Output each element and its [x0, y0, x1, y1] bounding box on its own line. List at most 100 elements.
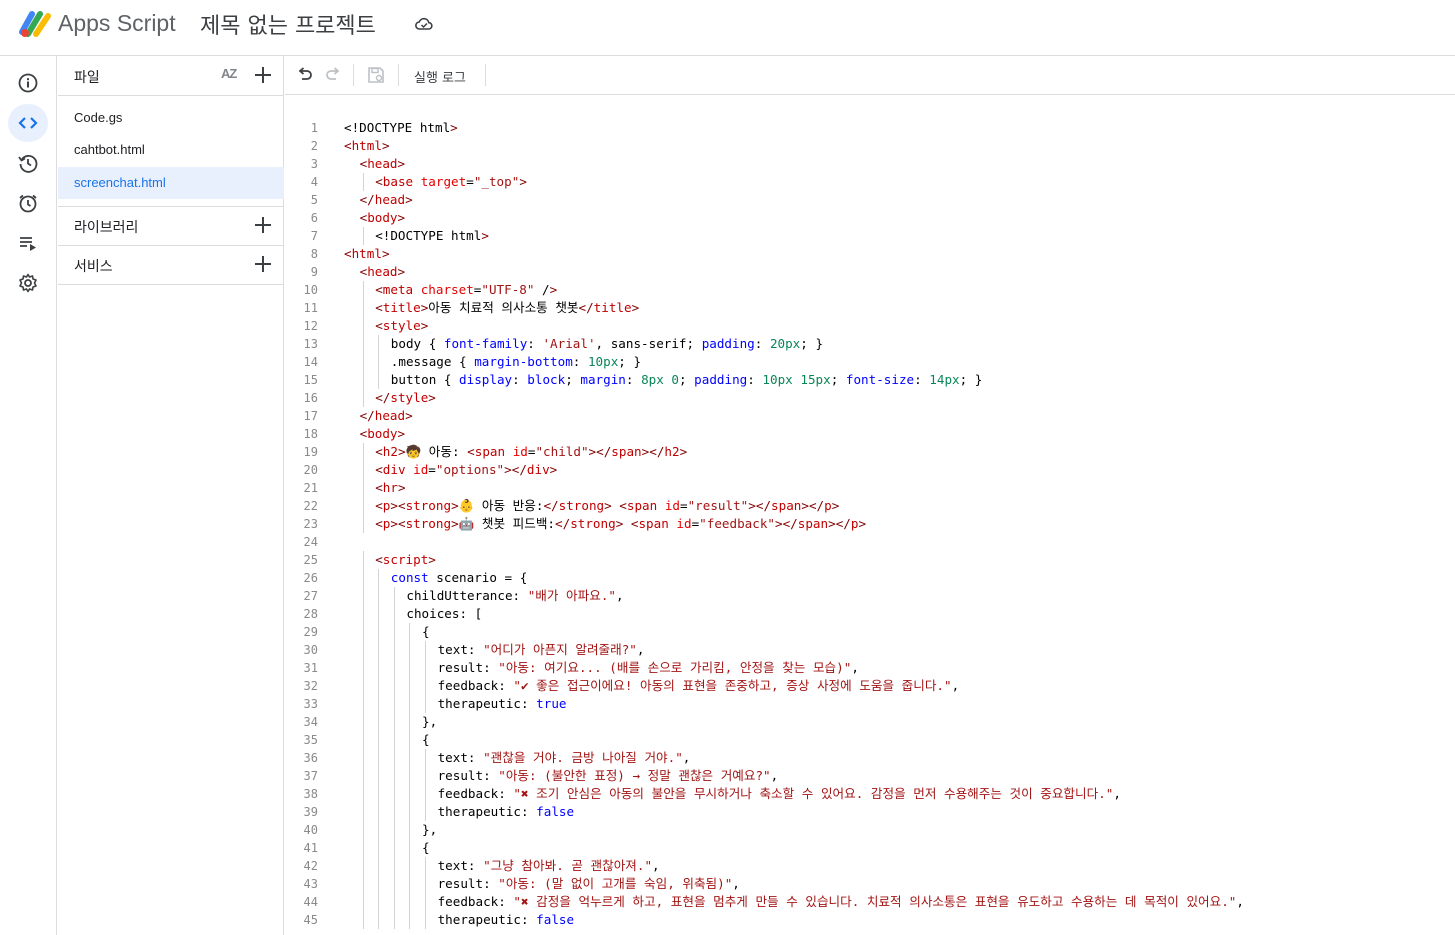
undo-icon[interactable] [295, 65, 315, 85]
line-number: 20 [303, 463, 318, 477]
code-editor[interactable]: 1 <!DOCTYPE html> 2 <html> 3 <head> 4 <base tar… [285, 95, 1455, 935]
code-line[interactable]: 5 </head> [285, 191, 1455, 209]
indent-guide [393, 587, 395, 605]
code-line[interactable]: 30 text: "어디가 아픈지 알려줄래?", [285, 641, 1455, 659]
code-line[interactable]: 29 { [285, 623, 1455, 641]
settings-button[interactable] [8, 264, 48, 302]
code-line[interactable]: 40}, [285, 821, 1455, 839]
code-line[interactable]: 24 [285, 533, 1455, 551]
code-line[interactable]: 32 feedback: "✔ 좋은 접근이에요! 아동의 표현을 존중하고, 증… [285, 677, 1455, 695]
line-number: 27 [303, 589, 318, 603]
code-line[interactable]: 12 <style> [285, 317, 1455, 335]
code-text: }, [422, 822, 438, 837]
code-line[interactable]: 14 .message { margin-bottom: 10px; } [285, 353, 1455, 371]
indent-guide [362, 587, 364, 605]
sort-files-icon[interactable]: AZ [221, 66, 237, 81]
indent-guide [362, 821, 364, 839]
code-line[interactable]: 23 <p><strong>🤖 챗봇 피드백:</strong> <span id… [285, 515, 1455, 533]
line-number: 23 [303, 517, 318, 531]
code-line[interactable]: 3 <head> [285, 155, 1455, 173]
code-line[interactable]: 28 choices: [ [285, 605, 1455, 623]
overview-button[interactable] [8, 64, 48, 102]
line-number: 30 [303, 643, 318, 657]
files-panel: 파일 AZ Code.gs cahtbot.html screenchat.ht… [58, 56, 284, 935]
code-text: text: "그냥 참아봐. 곧 괜찮아져.", [437, 858, 660, 873]
code-line[interactable]: 22 <p><strong>👶 아동 반응:</strong> <span id=… [285, 497, 1455, 515]
code-line[interactable]: 9 <head> [285, 263, 1455, 281]
code-line[interactable]: 38 feedback: "✖ 조기 안심은 아동의 불안을 무시하거나 축소할 … [285, 785, 1455, 803]
code-line[interactable]: 10 <meta charset="UTF-8" /> [285, 281, 1455, 299]
code-line[interactable]: 41 { [285, 839, 1455, 857]
code-line[interactable]: 34}, [285, 713, 1455, 731]
code-line[interactable]: 19 <h2>🧒 아동: <span id="child"></span></h2… [285, 443, 1455, 461]
code-line[interactable]: 26 const scenario = { [285, 569, 1455, 587]
add-library-icon[interactable] [252, 214, 274, 236]
indent-guide [362, 767, 364, 785]
indent-guide [425, 695, 426, 713]
line-number: 8 [310, 247, 318, 261]
save-icon[interactable] [366, 65, 386, 85]
code-line[interactable]: 43 result: "아동: (말 없이 고개를 숙임, 위축됨)", [285, 875, 1455, 893]
code-text: <html> [344, 138, 390, 153]
line-number: 32 [303, 679, 318, 693]
indent-guide [393, 803, 395, 821]
libraries-label: 라이브러리 [74, 220, 139, 236]
code-line[interactable]: 31 result: "아동: 여기요... (배를 손으로 가리킴, 안정을 찾… [285, 659, 1455, 677]
code-line[interactable]: 16 </style> [285, 389, 1455, 407]
code-line[interactable]: 8 <html> [285, 245, 1455, 263]
code-line[interactable]: 45 therapeutic: false [285, 911, 1455, 929]
project-title[interactable]: 제목 없는 프로젝트 [200, 8, 376, 40]
code-line[interactable]: 18 <body> [285, 425, 1455, 443]
add-file-icon[interactable] [252, 64, 274, 86]
code-text: therapeutic: false [437, 804, 575, 819]
code-line[interactable]: 25 <script> [285, 551, 1455, 569]
app-name[interactable]: Apps Script [58, 10, 176, 37]
code-line[interactable]: 7 <!DOCTYPE html> [285, 227, 1455, 245]
code-line[interactable]: 15 button { display: block; margin: 8px 0… [285, 371, 1455, 389]
code-line[interactable]: 20 <div id="options"></div> [285, 461, 1455, 479]
apps-script-logo[interactable] [18, 8, 52, 38]
indent-guide [362, 371, 364, 389]
executions-button[interactable] [8, 224, 48, 262]
code-line[interactable]: 17 </head> [285, 407, 1455, 425]
code-line[interactable]: 39 therapeutic: false [285, 803, 1455, 821]
info-icon [18, 73, 38, 93]
code-text: }, [422, 714, 438, 729]
line-number: 9 [310, 265, 318, 279]
code-line[interactable]: 37 result: "아동: (불안한 표정) → 정말 괜찮은 거예요?", [285, 767, 1455, 785]
history-button[interactable] [8, 144, 48, 182]
indent-guide [425, 893, 426, 911]
code-line[interactable]: 27 childUtterance: "배가 아파요.", [285, 587, 1455, 605]
line-number: 24 [303, 535, 318, 549]
indent-guide [378, 785, 380, 803]
code-line[interactable]: 21 <hr> [285, 479, 1455, 497]
execution-log-button[interactable]: 실행 로그 [414, 67, 466, 86]
add-service-icon[interactable] [252, 253, 274, 275]
line-number: 44 [303, 895, 318, 909]
code-line[interactable]: 36 text: "괜찮을 거야. 금방 나아질 거야.", [285, 749, 1455, 767]
code-line[interactable]: 44 feedback: "✖ 감정을 억누르게 하고, 표현을 멈추게 만들 수… [285, 893, 1455, 911]
code-line[interactable]: 13 body { font-family: 'Arial', sans-seri… [285, 335, 1455, 353]
line-number: 5 [310, 193, 318, 207]
history-icon [18, 155, 38, 173]
code-line[interactable]: 33 therapeutic: true [285, 695, 1455, 713]
code-line[interactable]: 42 text: "그냥 참아봐. 곧 괜찮아져.", [285, 857, 1455, 875]
indent-guide [425, 785, 426, 803]
file-item-screenchat-html[interactable]: screenchat.html [58, 167, 284, 199]
code-line[interactable]: 6 <body> [285, 209, 1455, 227]
code-line[interactable]: 35 { [285, 731, 1455, 749]
triggers-button[interactable] [8, 184, 48, 222]
line-number: 45 [303, 913, 318, 927]
redo-icon[interactable] [323, 65, 343, 85]
code-line[interactable]: 4 <base target="_top"> [285, 173, 1455, 191]
code-line[interactable]: 11 <title>아동 치료적 의사소통 챗봇</title> [285, 299, 1455, 317]
code-text: <base target="_top"> [375, 174, 527, 189]
file-item-cahtbot-html[interactable]: cahtbot.html [58, 134, 284, 166]
code-line[interactable]: 1 <!DOCTYPE html> [285, 119, 1455, 137]
indent-guide [425, 803, 426, 821]
code-line[interactable]: 2 <html> [285, 137, 1455, 155]
indent-guide [378, 839, 380, 857]
editor-button[interactable] [8, 104, 48, 142]
file-item-code-gs[interactable]: Code.gs [58, 102, 284, 134]
indent-guide [409, 677, 411, 695]
